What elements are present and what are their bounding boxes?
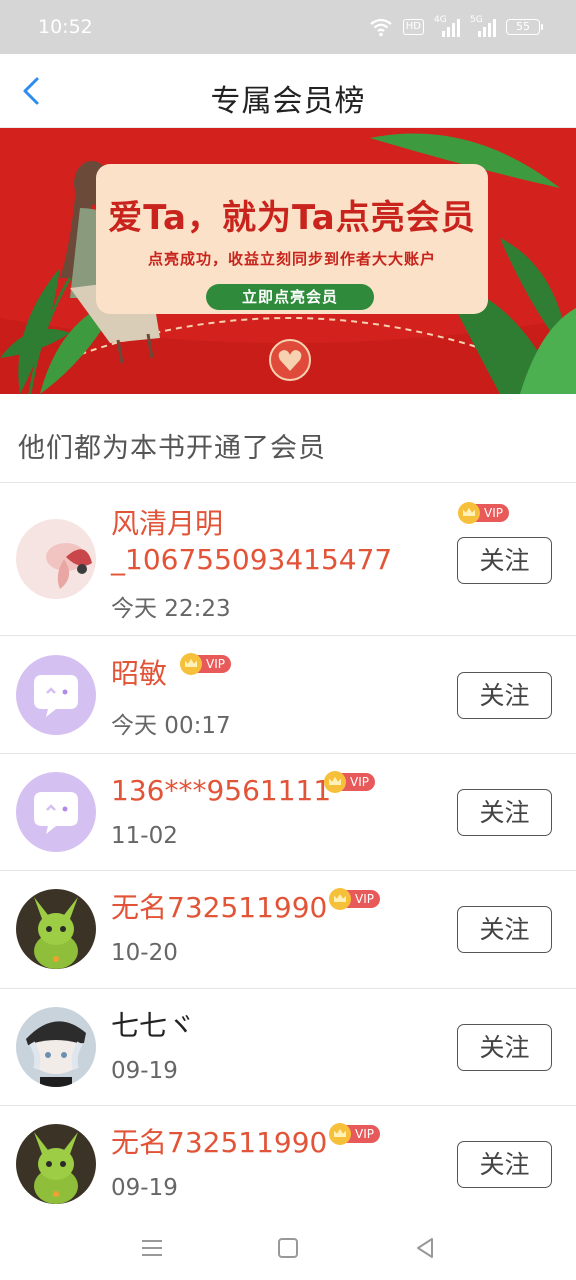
vip-badge: VIP (180, 653, 231, 675)
crown-icon (180, 653, 202, 675)
status-time: 10:52 (38, 16, 93, 38)
list-item[interactable]: 风清月明_106755093415477 VIP 今天 22:23 关注 (0, 483, 576, 636)
member-time: 09-19 (111, 1058, 178, 1084)
list-item[interactable]: 无名732511990 VIP 09-19 关注 (0, 1106, 576, 1218)
banner-subtitle: 点亮成功，收益立刻同步到作者大大账户 (147, 250, 436, 268)
member-name[interactable]: 无名732511990 (111, 1125, 327, 1161)
default-chat-avatar[interactable] (16, 655, 96, 735)
battery-icon: 55 (506, 19, 543, 35)
member-time: 今天 00:17 (111, 713, 231, 739)
vip-badge: VIP (458, 502, 509, 524)
crown-icon (458, 502, 480, 524)
member-time: 10-20 (111, 940, 178, 966)
list-item[interactable]: 昭敏 VIP 今天 00:17 关注 (0, 636, 576, 754)
banner-card: 爱Ta，就为Ta点亮会员 点亮成功，收益立刻同步到作者大大账户 立即点亮会员 (96, 164, 488, 314)
page-title: 专属会员榜 (210, 84, 366, 119)
signal-4g-icon: 4G (434, 15, 460, 37)
default-chat-avatar[interactable] (16, 772, 96, 852)
vip-badge: VIP (329, 1123, 380, 1145)
back-triangle-icon[interactable] (412, 1234, 440, 1262)
home-square-icon[interactable] (274, 1234, 302, 1262)
follow-button[interactable]: 关注 (457, 906, 552, 953)
member-list: 风清月明_106755093415477 VIP 今天 22:23 关注 昭敏 … (0, 482, 576, 1218)
follow-button[interactable]: 关注 (457, 1024, 552, 1071)
follow-button[interactable]: 关注 (457, 1141, 552, 1188)
follow-button[interactable]: 关注 (457, 537, 552, 584)
crown-icon (324, 771, 346, 793)
member-name[interactable]: 136***9561111 (111, 773, 331, 809)
header: 专属会员榜 (0, 54, 576, 128)
status-bar: 10:52 HD 4G 5G 55 (0, 0, 576, 54)
banner-headline: 爱Ta，就为Ta点亮会员 (108, 198, 476, 238)
vip-badge: VIP (324, 771, 375, 793)
creature-avatar[interactable] (16, 1124, 96, 1204)
list-item[interactable]: 无名732511990 VIP 10-20 关注 (0, 871, 576, 989)
system-nav-bar (0, 1216, 576, 1280)
member-time: 09-19 (111, 1175, 178, 1201)
member-time: 11-02 (111, 823, 178, 849)
follow-button[interactable]: 关注 (457, 789, 552, 836)
light-up-vip-button[interactable]: 立即点亮会员 (206, 284, 374, 310)
member-name[interactable]: 无名732511990 (111, 890, 327, 926)
promo-banner[interactable]: 爱Ta，就为Ta点亮会员 点亮成功，收益立刻同步到作者大大账户 立即点亮会员 (0, 128, 576, 394)
menu-icon[interactable] (138, 1234, 166, 1262)
member-name[interactable]: 风清月明_106755093415477 (111, 506, 392, 578)
member-name[interactable]: 昭敏 (111, 656, 167, 692)
anime-boy-avatar[interactable] (16, 1007, 96, 1087)
wifi-icon (370, 18, 392, 37)
crown-icon (329, 888, 351, 910)
vip-badge: VIP (329, 888, 380, 910)
creature-avatar[interactable] (16, 889, 96, 969)
crown-icon (329, 1123, 351, 1145)
follow-button[interactable]: 关注 (457, 672, 552, 719)
list-item[interactable]: 七七ヾ 09-19 关注 (0, 989, 576, 1106)
member-name[interactable]: 七七ヾ (111, 1008, 195, 1044)
section-title: 他们都为本书开通了会员 (18, 433, 326, 464)
signal-5g-icon: 5G (470, 15, 496, 37)
flower-avatar[interactable] (16, 519, 96, 599)
member-time: 今天 22:23 (111, 596, 231, 622)
status-icons: HD 4G 5G 55 (369, 14, 543, 40)
list-item[interactable]: 136***9561111 VIP 11-02 关注 (0, 754, 576, 871)
hd-icon: HD (402, 19, 424, 35)
